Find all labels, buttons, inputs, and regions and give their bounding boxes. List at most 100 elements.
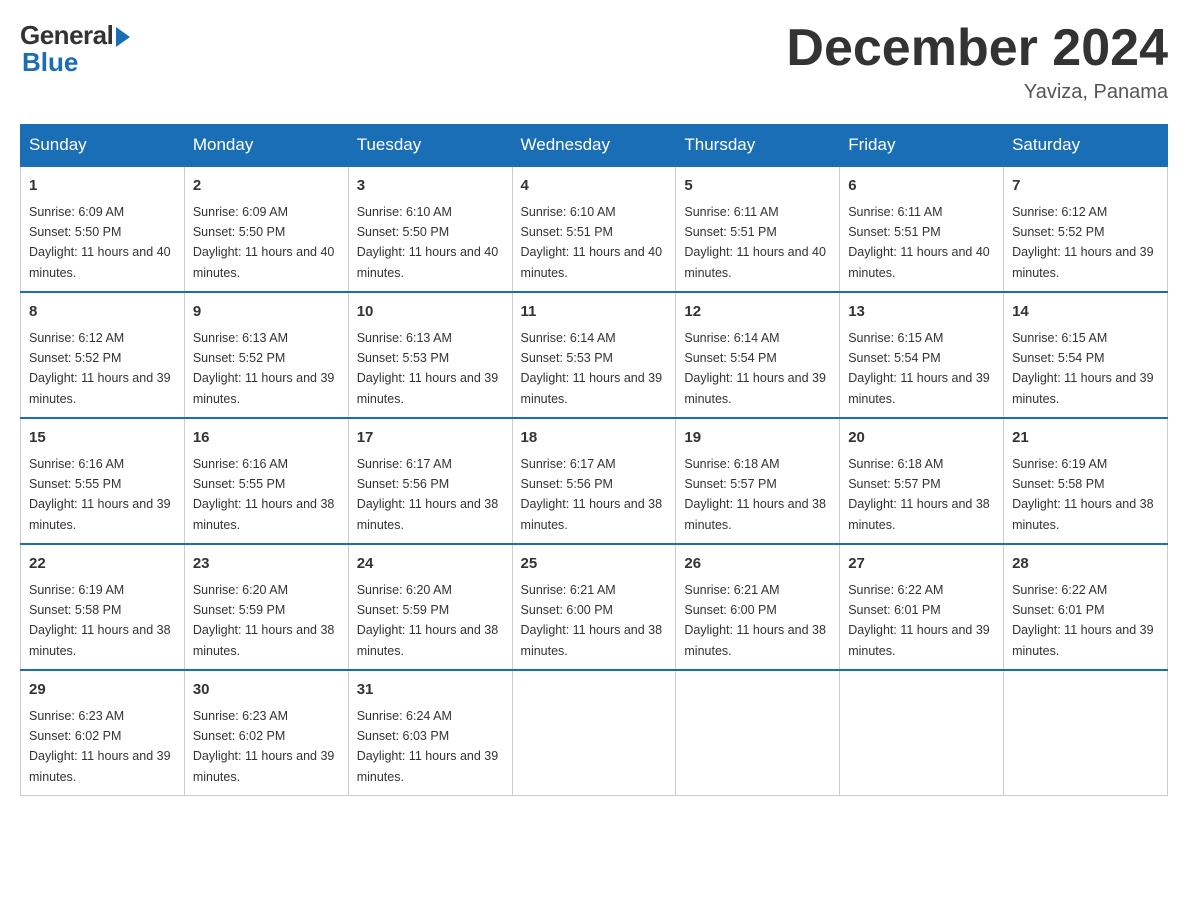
day-number: 28 (1012, 553, 1159, 576)
day-info: Sunrise: 6:09 AMSunset: 5:50 PMDaylight:… (193, 205, 335, 280)
table-row (1004, 670, 1168, 796)
table-row: 6 Sunrise: 6:11 AMSunset: 5:51 PMDayligh… (840, 166, 1004, 292)
month-title: December 2024 (786, 20, 1168, 77)
day-number: 8 (29, 301, 176, 324)
table-row: 7 Sunrise: 6:12 AMSunset: 5:52 PMDayligh… (1004, 166, 1168, 292)
table-row: 16 Sunrise: 6:16 AMSunset: 5:55 PMDaylig… (184, 418, 348, 544)
day-info: Sunrise: 6:14 AMSunset: 5:53 PMDaylight:… (521, 331, 663, 406)
table-row (840, 670, 1004, 796)
calendar-week-row: 8 Sunrise: 6:12 AMSunset: 5:52 PMDayligh… (21, 292, 1168, 418)
day-info: Sunrise: 6:16 AMSunset: 5:55 PMDaylight:… (29, 457, 171, 532)
table-row: 21 Sunrise: 6:19 AMSunset: 5:58 PMDaylig… (1004, 418, 1168, 544)
day-info: Sunrise: 6:19 AMSunset: 5:58 PMDaylight:… (29, 583, 171, 658)
table-row: 14 Sunrise: 6:15 AMSunset: 5:54 PMDaylig… (1004, 292, 1168, 418)
day-info: Sunrise: 6:10 AMSunset: 5:51 PMDaylight:… (521, 205, 663, 280)
table-row: 10 Sunrise: 6:13 AMSunset: 5:53 PMDaylig… (348, 292, 512, 418)
calendar-week-row: 22 Sunrise: 6:19 AMSunset: 5:58 PMDaylig… (21, 544, 1168, 670)
col-sunday: Sunday (21, 125, 185, 167)
table-row: 5 Sunrise: 6:11 AMSunset: 5:51 PMDayligh… (676, 166, 840, 292)
day-number: 27 (848, 553, 995, 576)
col-saturday: Saturday (1004, 125, 1168, 167)
table-row: 11 Sunrise: 6:14 AMSunset: 5:53 PMDaylig… (512, 292, 676, 418)
day-info: Sunrise: 6:09 AMSunset: 5:50 PMDaylight:… (29, 205, 171, 280)
day-info: Sunrise: 6:21 AMSunset: 6:00 PMDaylight:… (521, 583, 663, 658)
day-info: Sunrise: 6:20 AMSunset: 5:59 PMDaylight:… (357, 583, 499, 658)
calendar-header-row: Sunday Monday Tuesday Wednesday Thursday… (21, 125, 1168, 167)
col-friday: Friday (840, 125, 1004, 167)
table-row: 15 Sunrise: 6:16 AMSunset: 5:55 PMDaylig… (21, 418, 185, 544)
day-number: 26 (684, 553, 831, 576)
day-number: 29 (29, 679, 176, 702)
table-row: 9 Sunrise: 6:13 AMSunset: 5:52 PMDayligh… (184, 292, 348, 418)
day-info: Sunrise: 6:23 AMSunset: 6:02 PMDaylight:… (193, 709, 335, 784)
table-row: 22 Sunrise: 6:19 AMSunset: 5:58 PMDaylig… (21, 544, 185, 670)
calendar-week-row: 1 Sunrise: 6:09 AMSunset: 5:50 PMDayligh… (21, 166, 1168, 292)
day-number: 2 (193, 175, 340, 198)
day-info: Sunrise: 6:22 AMSunset: 6:01 PMDaylight:… (848, 583, 990, 658)
day-number: 18 (521, 427, 668, 450)
page-header: General Blue December 2024 Yaviza, Panam… (20, 20, 1168, 104)
day-info: Sunrise: 6:23 AMSunset: 6:02 PMDaylight:… (29, 709, 171, 784)
table-row: 4 Sunrise: 6:10 AMSunset: 5:51 PMDayligh… (512, 166, 676, 292)
day-number: 10 (357, 301, 504, 324)
table-row: 19 Sunrise: 6:18 AMSunset: 5:57 PMDaylig… (676, 418, 840, 544)
day-info: Sunrise: 6:10 AMSunset: 5:50 PMDaylight:… (357, 205, 499, 280)
day-info: Sunrise: 6:12 AMSunset: 5:52 PMDaylight:… (29, 331, 171, 406)
table-row: 18 Sunrise: 6:17 AMSunset: 5:56 PMDaylig… (512, 418, 676, 544)
table-row: 25 Sunrise: 6:21 AMSunset: 6:00 PMDaylig… (512, 544, 676, 670)
table-row: 30 Sunrise: 6:23 AMSunset: 6:02 PMDaylig… (184, 670, 348, 796)
day-number: 21 (1012, 427, 1159, 450)
day-info: Sunrise: 6:22 AMSunset: 6:01 PMDaylight:… (1012, 583, 1154, 658)
day-number: 4 (521, 175, 668, 198)
day-number: 1 (29, 175, 176, 198)
day-info: Sunrise: 6:18 AMSunset: 5:57 PMDaylight:… (684, 457, 826, 532)
day-info: Sunrise: 6:17 AMSunset: 5:56 PMDaylight:… (521, 457, 663, 532)
logo-arrow-icon (116, 27, 130, 47)
day-info: Sunrise: 6:15 AMSunset: 5:54 PMDaylight:… (1012, 331, 1154, 406)
calendar-week-row: 15 Sunrise: 6:16 AMSunset: 5:55 PMDaylig… (21, 418, 1168, 544)
day-number: 25 (521, 553, 668, 576)
day-info: Sunrise: 6:15 AMSunset: 5:54 PMDaylight:… (848, 331, 990, 406)
table-row: 1 Sunrise: 6:09 AMSunset: 5:50 PMDayligh… (21, 166, 185, 292)
day-number: 9 (193, 301, 340, 324)
table-row: 13 Sunrise: 6:15 AMSunset: 5:54 PMDaylig… (840, 292, 1004, 418)
table-row: 23 Sunrise: 6:20 AMSunset: 5:59 PMDaylig… (184, 544, 348, 670)
day-info: Sunrise: 6:17 AMSunset: 5:56 PMDaylight:… (357, 457, 499, 532)
day-number: 12 (684, 301, 831, 324)
table-row: 28 Sunrise: 6:22 AMSunset: 6:01 PMDaylig… (1004, 544, 1168, 670)
day-number: 6 (848, 175, 995, 198)
day-number: 16 (193, 427, 340, 450)
day-info: Sunrise: 6:16 AMSunset: 5:55 PMDaylight:… (193, 457, 335, 532)
day-info: Sunrise: 6:19 AMSunset: 5:58 PMDaylight:… (1012, 457, 1154, 532)
table-row: 8 Sunrise: 6:12 AMSunset: 5:52 PMDayligh… (21, 292, 185, 418)
table-row: 24 Sunrise: 6:20 AMSunset: 5:59 PMDaylig… (348, 544, 512, 670)
table-row: 20 Sunrise: 6:18 AMSunset: 5:57 PMDaylig… (840, 418, 1004, 544)
table-row: 3 Sunrise: 6:10 AMSunset: 5:50 PMDayligh… (348, 166, 512, 292)
day-number: 5 (684, 175, 831, 198)
day-info: Sunrise: 6:11 AMSunset: 5:51 PMDaylight:… (684, 205, 826, 280)
table-row: 12 Sunrise: 6:14 AMSunset: 5:54 PMDaylig… (676, 292, 840, 418)
day-info: Sunrise: 6:13 AMSunset: 5:52 PMDaylight:… (193, 331, 335, 406)
day-number: 11 (521, 301, 668, 324)
day-info: Sunrise: 6:11 AMSunset: 5:51 PMDaylight:… (848, 205, 990, 280)
title-area: December 2024 Yaviza, Panama (786, 20, 1168, 104)
col-wednesday: Wednesday (512, 125, 676, 167)
table-row (512, 670, 676, 796)
table-row (676, 670, 840, 796)
table-row: 17 Sunrise: 6:17 AMSunset: 5:56 PMDaylig… (348, 418, 512, 544)
col-monday: Monday (184, 125, 348, 167)
day-number: 30 (193, 679, 340, 702)
col-thursday: Thursday (676, 125, 840, 167)
day-info: Sunrise: 6:24 AMSunset: 6:03 PMDaylight:… (357, 709, 499, 784)
day-number: 19 (684, 427, 831, 450)
logo: General Blue (20, 20, 130, 78)
day-info: Sunrise: 6:20 AMSunset: 5:59 PMDaylight:… (193, 583, 335, 658)
table-row: 26 Sunrise: 6:21 AMSunset: 6:00 PMDaylig… (676, 544, 840, 670)
day-number: 7 (1012, 175, 1159, 198)
day-info: Sunrise: 6:12 AMSunset: 5:52 PMDaylight:… (1012, 205, 1154, 280)
day-info: Sunrise: 6:21 AMSunset: 6:00 PMDaylight:… (684, 583, 826, 658)
calendar-table: Sunday Monday Tuesday Wednesday Thursday… (20, 124, 1168, 796)
location: Yaviza, Panama (786, 81, 1168, 104)
table-row: 27 Sunrise: 6:22 AMSunset: 6:01 PMDaylig… (840, 544, 1004, 670)
day-number: 13 (848, 301, 995, 324)
